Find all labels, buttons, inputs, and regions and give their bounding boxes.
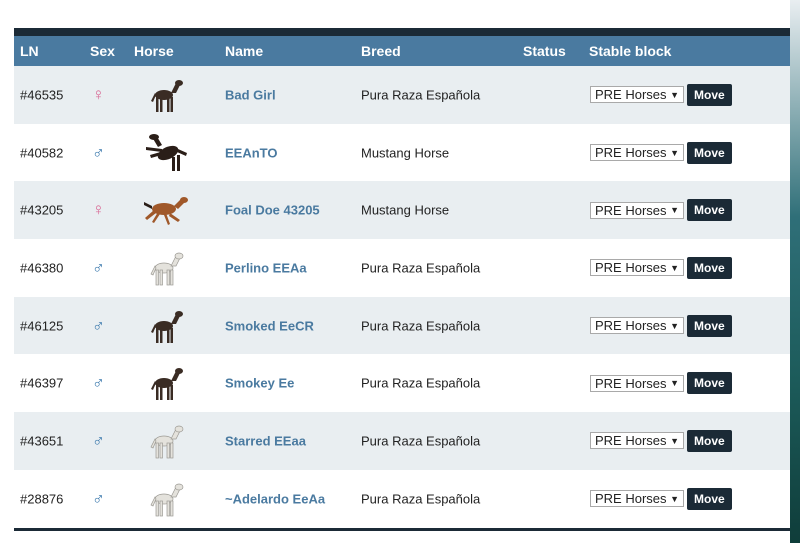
- row-ln: #46397: [20, 375, 64, 391]
- stable-block-value: PRE Horses: [595, 260, 667, 276]
- dark-foal-icon[interactable]: [142, 363, 188, 403]
- horse-name-link[interactable]: Smoked EeCR: [225, 318, 314, 333]
- male-icon: ♂: [92, 257, 105, 277]
- stable-block-select[interactable]: PRE Horses ▼: [590, 374, 684, 392]
- male-icon: ♂: [92, 430, 105, 450]
- horse-name-link[interactable]: EEAnTO: [225, 145, 278, 160]
- light-foal-icon[interactable]: [142, 248, 188, 288]
- table-row: #46125 ♂ Smoked EeCR Pura Raza Española PRE …: [14, 296, 790, 355]
- dropdown-arrow-icon: ▼: [670, 147, 679, 158]
- table-header: LN Sex Horse Name Breed Status Stable bl…: [14, 36, 790, 66]
- top-border: [14, 28, 790, 36]
- male-icon: ♂: [92, 142, 105, 162]
- stable-block-select[interactable]: PRE Horses ▼: [590, 490, 684, 508]
- dropdown-arrow-icon: ▼: [670, 320, 679, 331]
- light-foal-icon[interactable]: [142, 421, 188, 461]
- table-row: #28876 ♂ ~Adelardo EeAa Pura Raza Española P…: [14, 469, 790, 528]
- dropdown-arrow-icon: ▼: [670, 89, 679, 100]
- table-row: #46535 ♀ Bad Girl Pura Raza Española PRE Hor…: [14, 66, 790, 124]
- move-button[interactable]: Move: [687, 372, 732, 395]
- dark-foal-icon[interactable]: [142, 306, 188, 346]
- move-button[interactable]: Move: [687, 83, 732, 106]
- move-button[interactable]: Move: [687, 429, 732, 452]
- table-row: #46380 ♂ Perlino EEAa Pura Raza Española PRE…: [14, 239, 790, 297]
- row-ln: #43205: [20, 202, 64, 218]
- move-button[interactable]: Move: [687, 199, 732, 222]
- stable-controls: PRE Horses ▼ Move: [590, 487, 732, 510]
- dropdown-arrow-icon: ▼: [670, 493, 679, 504]
- row-breed: Pura Raza Española: [361, 375, 481, 391]
- move-button[interactable]: Move: [687, 487, 732, 510]
- stable-block-value: PRE Horses: [595, 318, 667, 334]
- horse-name-link[interactable]: Starred EEaa: [225, 433, 306, 448]
- row-breed: Mustang Horse: [361, 145, 450, 161]
- stable-controls: PRE Horses ▼ Move: [590, 83, 732, 106]
- dropdown-arrow-icon: ▼: [670, 205, 679, 216]
- row-breed: Pura Raza Española: [361, 260, 481, 276]
- male-icon: ♂: [92, 315, 105, 335]
- stable-block-value: PRE Horses: [595, 433, 667, 449]
- dropdown-arrow-icon: ▼: [670, 262, 679, 273]
- stable-controls: PRE Horses ▼ Move: [590, 141, 732, 164]
- table-row: #43205 ♀ Foal Doe 43205 Mustang Horse PRE Ho…: [14, 181, 790, 240]
- row-breed: Pura Raza Española: [361, 491, 481, 507]
- header-sex[interactable]: Sex: [90, 43, 115, 59]
- male-icon: ♂: [92, 373, 105, 393]
- stable-block-select[interactable]: PRE Horses ▼: [590, 201, 684, 219]
- stable-block-select[interactable]: PRE Horses ▼: [590, 317, 684, 335]
- row-ln: #46125: [20, 318, 64, 334]
- stable-controls: PRE Horses ▼ Move: [590, 429, 732, 452]
- galloping-bay-horse-icon[interactable]: [142, 190, 188, 230]
- stable-block-value: PRE Horses: [595, 145, 667, 161]
- row-ln: #43651: [20, 433, 64, 449]
- dropdown-arrow-icon: ▼: [670, 435, 679, 446]
- row-breed: Pura Raza Española: [361, 87, 481, 103]
- stable-block-select[interactable]: PRE Horses ▼: [590, 86, 684, 104]
- background-edge: [790, 0, 800, 543]
- stable-block-select[interactable]: PRE Horses ▼: [590, 432, 684, 450]
- table-row: #40582 ♂ EEAnTO Mustang Horse PRE Horses ▼ Mov…: [14, 123, 790, 182]
- female-icon: ♀: [92, 200, 105, 220]
- row-ln: #46535: [20, 87, 64, 103]
- horse-name-link[interactable]: Perlino EEAa: [225, 260, 307, 275]
- row-breed: Mustang Horse: [361, 202, 450, 218]
- row-ln: #28876: [20, 491, 64, 507]
- horse-name-link[interactable]: Bad Girl: [225, 87, 276, 102]
- rearing-dark-horse-icon[interactable]: [142, 133, 188, 173]
- horse-table: LN Sex Horse Name Breed Status Stable bl…: [14, 36, 790, 531]
- move-button[interactable]: Move: [687, 141, 732, 164]
- table-row: #46397 ♂ Smokey Ee Pura Raza Española PRE Ho…: [14, 354, 790, 413]
- row-ln: #40582: [20, 145, 64, 161]
- header-ln[interactable]: LN: [20, 43, 39, 59]
- header-status[interactable]: Status: [523, 43, 566, 59]
- dark-foal-icon[interactable]: [142, 75, 188, 115]
- stable-block-select[interactable]: PRE Horses ▼: [590, 259, 684, 277]
- stable-controls: PRE Horses ▼ Move: [590, 199, 732, 222]
- header-stable-block: Stable block: [589, 43, 672, 59]
- header-name[interactable]: Name: [225, 43, 263, 59]
- stable-block-value: PRE Horses: [595, 87, 667, 103]
- male-icon: ♂: [92, 488, 105, 508]
- horse-name-link[interactable]: Smokey Ee: [225, 376, 294, 391]
- stable-controls: PRE Horses ▼ Move: [590, 372, 732, 395]
- move-button[interactable]: Move: [687, 314, 732, 337]
- female-icon: ♀: [92, 84, 105, 104]
- stable-controls: PRE Horses ▼ Move: [590, 256, 732, 279]
- stable-controls: PRE Horses ▼ Move: [590, 314, 732, 337]
- row-breed: Pura Raza Española: [361, 433, 481, 449]
- light-foal-icon[interactable]: [142, 479, 188, 519]
- row-breed: Pura Raza Española: [361, 318, 481, 334]
- stable-block-value: PRE Horses: [595, 375, 667, 391]
- header-horse: Horse: [134, 43, 174, 59]
- stable-block-value: PRE Horses: [595, 491, 667, 507]
- table-row: #43651 ♂ Starred EEaa Pura Raza Española PRE…: [14, 412, 790, 470]
- dropdown-arrow-icon: ▼: [670, 378, 679, 389]
- stable-block-value: PRE Horses: [595, 202, 667, 218]
- move-button[interactable]: Move: [687, 256, 732, 279]
- horse-name-link[interactable]: ~Adelardo EeAa: [225, 491, 325, 506]
- stable-block-select[interactable]: PRE Horses ▼: [590, 144, 684, 162]
- horse-name-link[interactable]: Foal Doe 43205: [225, 203, 320, 218]
- header-breed[interactable]: Breed: [361, 43, 401, 59]
- row-ln: #46380: [20, 260, 64, 276]
